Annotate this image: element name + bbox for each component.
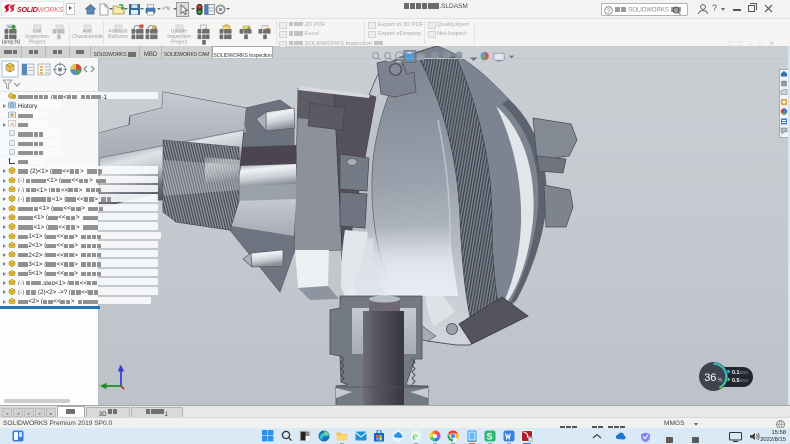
svg-text:SOLID: SOLID <box>17 5 38 14</box>
svg-text:A: A <box>10 121 15 127</box>
svg-text:WORKS: WORKS <box>38 5 64 14</box>
svg-text:36: 36 <box>704 372 716 384</box>
svg-text:Z: Z <box>119 365 122 371</box>
svg-text:e: e <box>413 432 418 443</box>
svg-text:%: % <box>718 378 723 384</box>
svg-text:S: S <box>487 432 493 442</box>
